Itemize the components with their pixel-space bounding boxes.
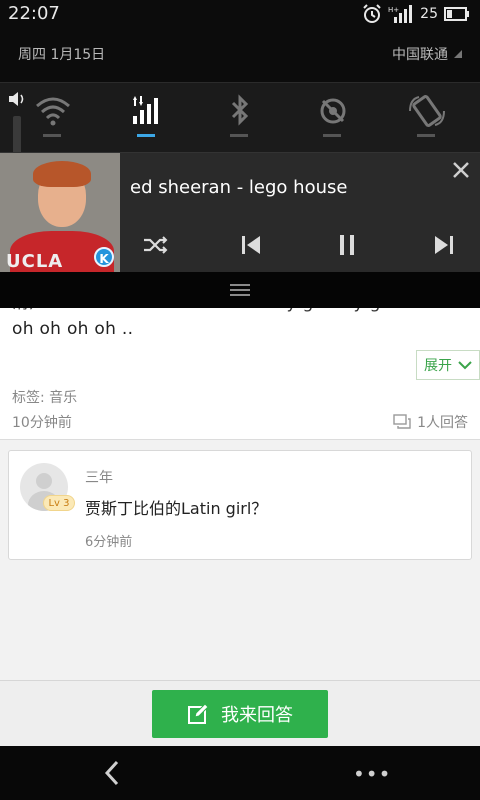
answer-time: 10分钟前 (12, 415, 72, 431)
location-toggle[interactable] (313, 94, 353, 140)
comment-icon (393, 414, 411, 429)
shuffle-icon[interactable] (141, 231, 169, 259)
more-icon[interactable]: ••• (353, 762, 390, 786)
chevron-down-icon (458, 361, 472, 370)
music-notification[interactable]: UCLA K ed sheeran - lego house (0, 152, 480, 273)
battery-level: 25 (420, 6, 438, 22)
auto-rotate-icon (409, 95, 445, 127)
bluetooth-indicator (230, 134, 248, 137)
reply-count-label: 1人回答 (417, 415, 468, 431)
song-title: ed sheeran - lego house (130, 177, 348, 198)
status-icons: H+ 25 (362, 4, 470, 24)
status-bar: 22:07 H+ 25 (0, 0, 480, 30)
tags-label: 标签: 音乐 (12, 390, 78, 406)
pause-icon[interactable] (333, 231, 361, 259)
answer-button[interactable]: 我来回答 (152, 690, 328, 738)
answer-button-label: 我来回答 (221, 705, 293, 726)
location-indicator (323, 134, 341, 137)
mobile-data-toggle[interactable] (127, 94, 167, 140)
comment-user[interactable]: 三年 (85, 467, 113, 487)
reply-count[interactable]: 1人回答 (393, 412, 468, 432)
auto-rotate-toggle[interactable] (407, 94, 447, 140)
carrier-label: 中国联通 (392, 44, 462, 64)
next-icon[interactable] (430, 231, 458, 259)
drag-handle-icon[interactable] (226, 281, 254, 299)
location-icon (320, 98, 346, 124)
album-art-text: UCLA (6, 251, 64, 272)
bottom-action-bar: 我来回答 (0, 680, 480, 746)
album-art[interactable]: UCLA K (0, 153, 120, 273)
previous-icon[interactable] (237, 231, 265, 259)
comment-card[interactable]: Lv 3 三年 贾斯丁比伯的Latin girl？ 6分钟前 (8, 450, 472, 560)
edit-icon (188, 703, 209, 724)
mobile-data-icon (133, 96, 158, 124)
date-label[interactable]: 周四 1月15日 (18, 44, 105, 64)
clock: 22:07 (8, 3, 60, 24)
mobile-data-indicator (137, 134, 155, 137)
level-badge: Lv 3 (43, 495, 75, 511)
wifi-icon (36, 97, 70, 126)
volume-icon (9, 92, 24, 106)
bluetooth-icon (231, 94, 249, 126)
notification-shade-header: 22:07 H+ 25 周四 1月15日 中国联通 (0, 0, 480, 82)
back-icon[interactable] (98, 758, 128, 788)
shade-handle[interactable] (0, 272, 480, 308)
expand-label: 展开 (424, 358, 452, 374)
signal-icon: H+ (388, 5, 413, 23)
navigation-bar: ••• (0, 746, 480, 800)
battery-icon (444, 7, 469, 21)
wifi-toggle[interactable] (33, 94, 73, 140)
answer-line-2: oh oh oh oh .. (12, 319, 134, 339)
close-icon[interactable] (448, 157, 474, 183)
carrier-name: 中国联通 (392, 47, 448, 63)
alarm-icon (363, 4, 381, 23)
wifi-indicator (43, 134, 61, 137)
expand-button[interactable]: 展开 (416, 350, 480, 380)
bluetooth-toggle[interactable] (220, 94, 260, 140)
comment-text: 贾斯丁比伯的Latin girl？ (85, 499, 268, 518)
svg-text:H+: H+ (388, 6, 399, 14)
comment-time: 6分钟前 (85, 535, 133, 550)
player-logo-icon: K (94, 247, 114, 267)
auto-rotate-indicator (417, 134, 435, 137)
corner-triangle-icon (454, 50, 462, 58)
